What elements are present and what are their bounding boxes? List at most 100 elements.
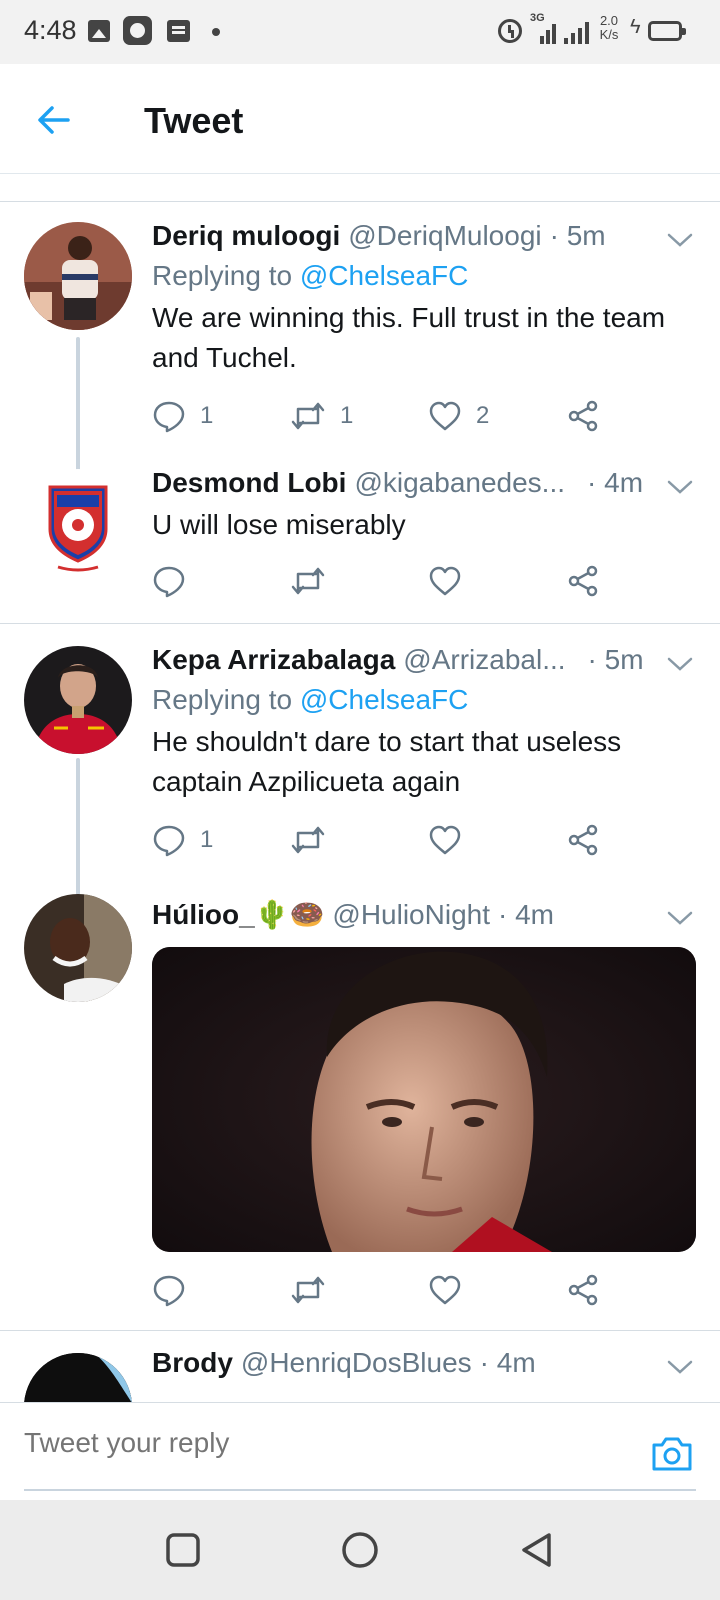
avatar-photo	[24, 646, 132, 754]
avatar[interactable]	[24, 894, 132, 1002]
club-crest-image	[48, 485, 108, 572]
dot-icon	[212, 28, 220, 36]
avatar[interactable]	[24, 222, 132, 330]
thread-line	[76, 758, 80, 896]
reply-composer	[0, 1402, 720, 1500]
avatar-photo	[24, 1353, 132, 1402]
camera-button[interactable]	[650, 1433, 694, 1473]
tweet-actions: 1 1 2	[152, 396, 692, 436]
reply-count: 1	[200, 826, 214, 853]
user-name[interactable]: Brody	[152, 1347, 233, 1379]
share-icon	[568, 565, 598, 597]
chevron-down-icon[interactable]	[666, 1357, 694, 1377]
tweet-time: · 4m	[479, 1347, 536, 1378]
tweet-desmond[interactable]: Desmond Lobi @kigabanedes... · 4m U will…	[0, 455, 720, 623]
mention-link[interactable]: @ChelseaFC	[300, 260, 468, 291]
retweet-button[interactable]	[290, 820, 340, 860]
like-count: 2	[476, 402, 490, 429]
tweet-header: Deriq muloogi @DeriqMuloogi · 5m	[152, 220, 606, 256]
battery-icon	[648, 21, 686, 41]
retweet-icon	[291, 826, 325, 854]
tweet-deriq[interactable]: Deriq muloogi @DeriqMuloogi · 5m Replyin…	[0, 202, 720, 475]
user-handle[interactable]: @kigabanedes...	[354, 467, 565, 499]
mention-link[interactable]: @ChelseaFC	[300, 684, 468, 715]
recents-button[interactable]	[163, 1530, 203, 1570]
avatar[interactable]	[24, 1353, 132, 1402]
like-button[interactable]	[428, 561, 476, 601]
share-button[interactable]	[566, 561, 600, 601]
user-name[interactable]: Deriq muloogi	[152, 220, 340, 252]
heart-icon	[429, 566, 461, 596]
system-back-button[interactable]	[517, 1530, 557, 1570]
top-app-bar: Tweet	[0, 64, 720, 174]
retweet-button[interactable]	[290, 1270, 340, 1310]
share-icon	[568, 824, 598, 856]
tweet-brody[interactable]: Brody @HenriqDosBlues · 4m	[0, 1331, 720, 1402]
retweet-icon	[291, 1276, 325, 1304]
tweet-time: · 5m	[587, 644, 644, 675]
reply-feed[interactable]: Deriq muloogi @DeriqMuloogi · 5m Replyin…	[0, 175, 720, 1402]
heart-icon	[429, 825, 461, 855]
user-name[interactable]: Húlioo_🌵🍩	[152, 898, 324, 931]
tweet-media-image[interactable]	[152, 947, 696, 1252]
tweet-hulioo[interactable]: Húlioo_🌵🍩 @HulioNight · 4m	[0, 882, 720, 1330]
speed-value: 2.0	[599, 13, 619, 28]
reply-icon	[153, 401, 185, 433]
alarm-icon	[498, 19, 522, 43]
user-handle[interactable]: @HenriqDosBlues	[241, 1347, 472, 1379]
avatar[interactable]	[24, 646, 132, 754]
arrow-left-icon	[38, 106, 70, 134]
share-button[interactable]	[566, 396, 600, 436]
tweet-text: He shouldn't dare to start that useless …	[152, 726, 622, 797]
retweet-button[interactable]	[290, 561, 340, 601]
recents-square-icon	[166, 1533, 200, 1567]
user-name[interactable]: Kepa Arrizabalaga	[152, 644, 395, 676]
footballer-photo	[152, 947, 696, 1252]
retweet-button[interactable]: 1	[290, 396, 353, 436]
chevron-down-icon[interactable]	[666, 477, 694, 497]
reply-button[interactable]	[152, 1270, 200, 1310]
reply-button[interactable]	[152, 561, 200, 601]
reply-button[interactable]: 1	[152, 396, 213, 436]
image-icon	[88, 20, 110, 42]
tweet-time: · 4m	[498, 899, 554, 930]
signal-icon	[564, 14, 592, 44]
reply-icon	[153, 566, 185, 598]
replying-to: Replying to @ChelseaFC	[152, 260, 468, 292]
tweet-header: Húlioo_🌵🍩 @HulioNight · 4m	[152, 898, 554, 934]
user-name[interactable]: Desmond Lobi	[152, 467, 346, 499]
heart-icon	[429, 401, 461, 431]
tweet-actions	[152, 561, 692, 601]
avatar-photo	[24, 894, 132, 1002]
reply-input[interactable]	[24, 1427, 584, 1459]
avatar[interactable]	[24, 469, 132, 577]
status-time: 4:48	[24, 15, 77, 45]
chevron-down-icon[interactable]	[666, 654, 694, 674]
back-button[interactable]	[32, 98, 76, 142]
user-handle[interactable]: @DeriqMuloogi	[348, 220, 541, 252]
like-button[interactable]	[428, 820, 476, 860]
chevron-down-icon[interactable]	[666, 908, 694, 928]
user-handle[interactable]: @Arrizabal...	[403, 644, 565, 676]
signal-icon	[530, 14, 558, 44]
reply-count: 1	[200, 402, 214, 429]
page-title: Tweet	[144, 100, 244, 141]
like-button[interactable]: 2	[428, 396, 489, 436]
share-button[interactable]	[566, 1270, 600, 1310]
user-handle[interactable]: @HulioNight	[332, 899, 490, 931]
reply-button[interactable]: 1	[152, 820, 213, 860]
home-button[interactable]	[340, 1530, 380, 1570]
tweet-actions: 1	[152, 820, 692, 860]
previous-tweet-fragment	[0, 175, 720, 202]
system-nav-bar	[0, 1500, 720, 1600]
tweet-text: We are winning this. Full trust in the t…	[152, 302, 666, 373]
reply-icon	[153, 825, 185, 857]
tweet-kepa[interactable]: Kepa Arrizabalaga @Arrizabal... · 5m Rep…	[0, 624, 720, 896]
replying-to: Replying to @ChelseaFC	[152, 684, 468, 716]
like-button[interactable]	[428, 1270, 476, 1310]
chevron-down-icon[interactable]	[666, 230, 694, 250]
charging-icon: ϟ	[630, 16, 641, 38]
status-bar: 4:48 3G 2.0 K/s ϟ	[0, 0, 720, 64]
share-button[interactable]	[566, 820, 600, 860]
speed-unit: K/s	[599, 27, 619, 42]
